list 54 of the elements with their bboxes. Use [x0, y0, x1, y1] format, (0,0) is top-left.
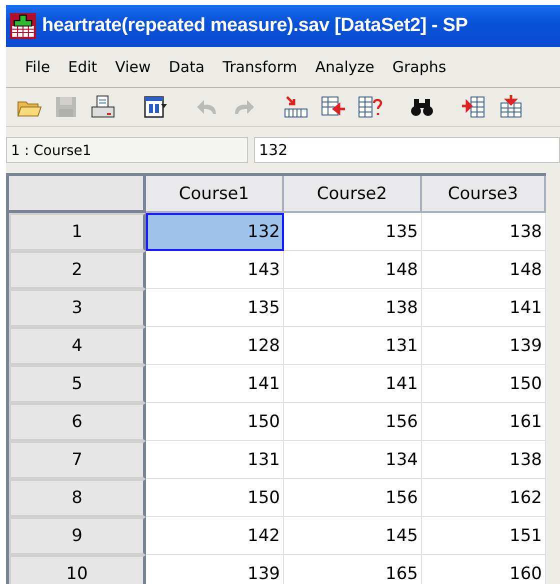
row-header[interactable]: 6	[9, 403, 146, 441]
table-cell[interactable]: 132	[146, 213, 284, 251]
table-cell[interactable]: 128	[146, 327, 284, 365]
row-header[interactable]: 3	[9, 289, 146, 327]
table-cell[interactable]: 150	[422, 365, 546, 403]
menu-item[interactable]: View	[106, 56, 160, 78]
menu-item[interactable]: Analyze	[306, 56, 384, 78]
column-header[interactable]: Course1	[146, 176, 284, 213]
table-cell[interactable]: 141	[284, 365, 422, 403]
table-cell[interactable]: 141	[146, 365, 284, 403]
table-cell[interactable]: 131	[284, 327, 422, 365]
table-cell[interactable]: 156	[284, 403, 422, 441]
row-header[interactable]: 8	[9, 479, 146, 517]
table-cell[interactable]: 160	[422, 555, 546, 584]
table-cell[interactable]: 162	[422, 479, 546, 517]
table-cell[interactable]: 148	[422, 251, 546, 289]
table-cell[interactable]: 151	[422, 517, 546, 555]
menu-item[interactable]: Data	[160, 56, 214, 78]
row-header[interactable]: 5	[9, 365, 146, 403]
menu-item[interactable]: Transform	[214, 56, 306, 78]
table-cell[interactable]: 156	[284, 479, 422, 517]
table-cell[interactable]: 138	[422, 441, 546, 479]
table-cell[interactable]: 131	[146, 441, 284, 479]
table-cell[interactable]: 134	[284, 441, 422, 479]
row-header[interactable]: 9	[9, 517, 146, 555]
table-cell[interactable]: 138	[284, 289, 422, 327]
cell-reference: 1 : Course1	[6, 137, 248, 163]
row-header[interactable]: 10	[9, 555, 146, 584]
table-cell[interactable]: 150	[146, 403, 284, 441]
cell-value-field[interactable]: 132	[254, 137, 560, 163]
table-cell[interactable]: 135	[284, 213, 422, 251]
menu-item[interactable]: Edit	[59, 56, 106, 78]
row-header[interactable]: 2	[9, 251, 146, 289]
table-cell[interactable]: 145	[284, 517, 422, 555]
menu-item[interactable]: Graphs	[383, 56, 456, 78]
table-cell[interactable]: 135	[146, 289, 284, 327]
row-header[interactable]: 4	[9, 327, 146, 365]
table-cell[interactable]: 143	[146, 251, 284, 289]
row-header[interactable]: 1	[9, 213, 146, 251]
table-cell[interactable]: 150	[146, 479, 284, 517]
table-cell[interactable]: 142	[146, 517, 284, 555]
app-icon	[10, 13, 36, 39]
menu-item[interactable]: File	[16, 56, 60, 78]
table-cell[interactable]: 165	[284, 555, 422, 584]
table-cell[interactable]: 139	[422, 327, 546, 365]
table-cell[interactable]: 148	[284, 251, 422, 289]
table-cell[interactable]: 141	[422, 289, 546, 327]
table-cell[interactable]: 139	[146, 555, 284, 584]
table-cell[interactable]: 138	[422, 213, 546, 251]
column-header[interactable]: Course3	[422, 176, 546, 213]
table-cell[interactable]: 161	[422, 403, 546, 441]
window-title: heartrate(repeated measure).sav [DataSet2] - SP	[42, 15, 468, 37]
row-header[interactable]: 7	[9, 441, 146, 479]
column-header[interactable]: Course2	[284, 176, 422, 213]
